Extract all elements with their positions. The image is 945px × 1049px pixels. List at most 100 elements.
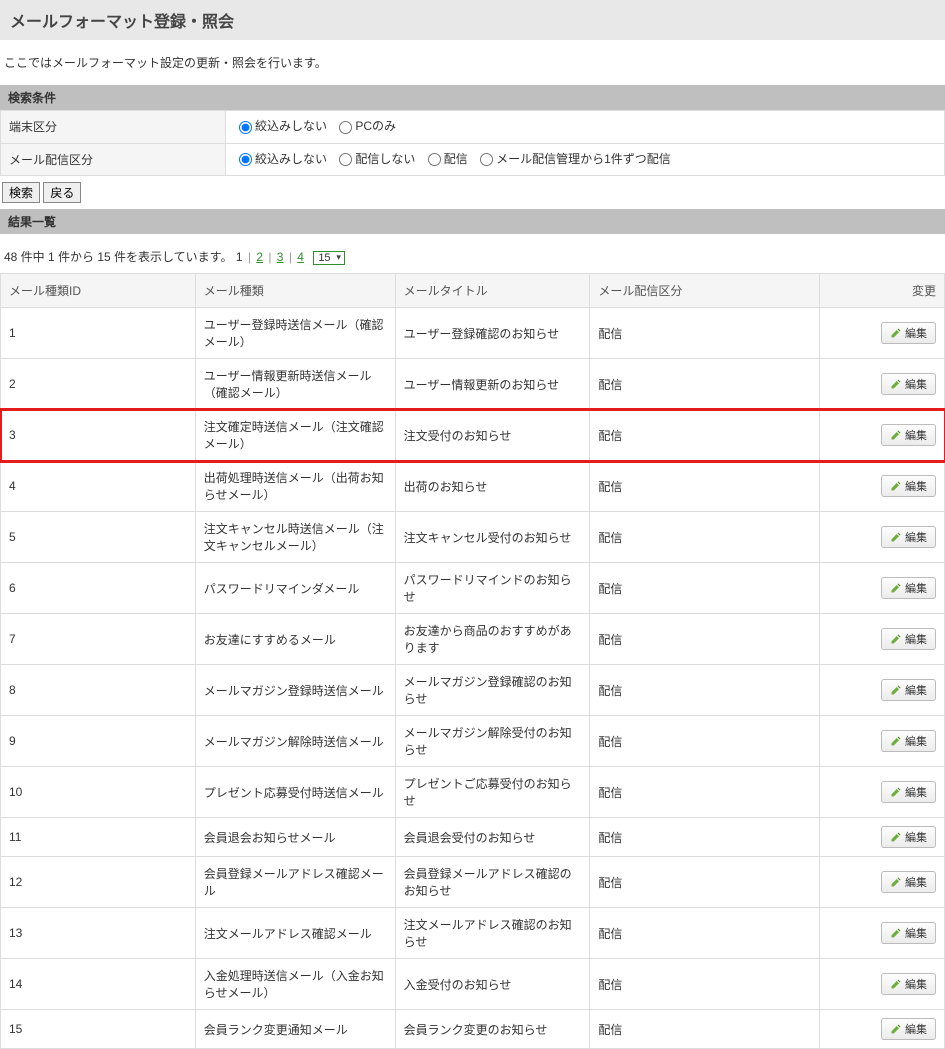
page-link[interactable]: 2	[256, 250, 263, 264]
search-button[interactable]: 検索	[2, 182, 40, 203]
cell-mail-title: 会員ランク変更のお知らせ	[395, 1010, 590, 1049]
terminal-radio-pc-label: PCのみ	[355, 117, 396, 134]
table-row: 7お友達にすすめるメールお友達から商品のおすすめがあります配信編集	[1, 614, 945, 665]
cell-mail-id: 14	[1, 959, 196, 1010]
edit-button[interactable]: 編集	[881, 730, 936, 752]
cell-mail-dist: 配信	[590, 614, 820, 665]
terminal-radio-pc-input[interactable]	[339, 121, 352, 134]
edit-button[interactable]: 編集	[881, 322, 936, 344]
edit-icon	[890, 927, 902, 939]
edit-button-label: 編集	[905, 427, 927, 443]
page-link[interactable]: 4	[297, 250, 304, 264]
dist-radio-none[interactable]: 絞込みしない	[234, 150, 327, 167]
dist-radio-peritem[interactable]: メール配信管理から1件ずつ配信	[475, 150, 671, 167]
cell-mail-title: ユーザー登録確認のお知らせ	[395, 308, 590, 359]
edit-button[interactable]: 編集	[881, 826, 936, 848]
dist-radio-none-input[interactable]	[239, 153, 252, 166]
dist-radio-send-input[interactable]	[428, 153, 441, 166]
edit-button[interactable]: 編集	[881, 628, 936, 650]
page-title: メールフォーマット登録・照会	[0, 0, 945, 40]
edit-button-label: 編集	[905, 733, 927, 749]
table-row: 3注文確定時送信メール（注文確認メール）注文受付のお知らせ配信編集	[1, 410, 945, 461]
distribution-type-label: メール配信区分	[1, 143, 226, 176]
edit-button[interactable]: 編集	[881, 973, 936, 995]
edit-icon	[890, 786, 902, 798]
edit-button[interactable]: 編集	[881, 1018, 936, 1040]
cell-edit: 編集	[820, 1010, 945, 1049]
edit-icon	[890, 480, 902, 492]
th-mail-type: メール種類	[195, 274, 395, 308]
cell-mail-dist: 配信	[590, 857, 820, 908]
cell-edit: 編集	[820, 410, 945, 461]
edit-button-label: 編集	[905, 1021, 927, 1037]
edit-icon	[890, 978, 902, 990]
edit-button[interactable]: 編集	[881, 871, 936, 893]
page-link[interactable]: 3	[277, 250, 284, 264]
cell-edit: 編集	[820, 857, 945, 908]
cell-edit: 編集	[820, 716, 945, 767]
cell-mail-type: 出荷処理時送信メール（出荷お知らせメール）	[195, 461, 395, 512]
cell-mail-dist: 配信	[590, 908, 820, 959]
edit-button-label: 編集	[905, 784, 927, 800]
dist-radio-send[interactable]: 配信	[423, 150, 468, 167]
terminal-radio-none-input[interactable]	[239, 121, 252, 134]
edit-button[interactable]: 編集	[881, 526, 936, 548]
table-row: 15会員ランク変更通知メール会員ランク変更のお知らせ配信編集	[1, 1010, 945, 1049]
cell-mail-title: メールマガジン解除受付のお知らせ	[395, 716, 590, 767]
table-row: 13注文メールアドレス確認メール注文メールアドレス確認のお知らせ配信編集	[1, 908, 945, 959]
cell-mail-dist: 配信	[590, 563, 820, 614]
cell-mail-dist: 配信	[590, 665, 820, 716]
dist-radio-nosend-label: 配信しない	[355, 150, 415, 167]
back-button[interactable]: 戻る	[43, 182, 81, 203]
table-row: 5注文キャンセル時送信メール（注文キャンセルメール）注文キャンセル受付のお知らせ…	[1, 512, 945, 563]
section-results: 結果一覧	[0, 209, 945, 234]
dist-radio-peritem-input[interactable]	[480, 153, 493, 166]
cell-mail-dist: 配信	[590, 461, 820, 512]
edit-button-label: 編集	[905, 682, 927, 698]
edit-button[interactable]: 編集	[881, 424, 936, 446]
edit-button[interactable]: 編集	[881, 679, 936, 701]
cell-mail-type: 注文確定時送信メール（注文確認メール）	[195, 410, 395, 461]
th-mail-dist: メール配信区分	[590, 274, 820, 308]
terminal-radio-pc[interactable]: PCのみ	[334, 117, 396, 134]
page-description: ここではメールフォーマット設定の更新・照会を行います。	[0, 40, 945, 85]
cell-mail-id: 10	[1, 767, 196, 818]
edit-button[interactable]: 編集	[881, 475, 936, 497]
th-edit: 変更	[820, 274, 945, 308]
edit-button[interactable]: 編集	[881, 577, 936, 599]
cell-mail-id: 15	[1, 1010, 196, 1049]
per-page-select[interactable]: 15 ▾	[313, 251, 344, 265]
th-mail-title: メールタイトル	[395, 274, 590, 308]
dist-radio-nosend-input[interactable]	[339, 153, 352, 166]
edit-button-label: 編集	[905, 874, 927, 890]
edit-button[interactable]: 編集	[881, 781, 936, 803]
cell-mail-type: 注文メールアドレス確認メール	[195, 908, 395, 959]
terminal-type-label: 端末区分	[1, 111, 226, 144]
terminal-radio-none[interactable]: 絞込みしない	[234, 117, 327, 134]
edit-button-label: 編集	[905, 529, 927, 545]
cell-mail-type: ユーザー情報更新時送信メール（確認メール）	[195, 359, 395, 410]
dist-radio-nosend[interactable]: 配信しない	[334, 150, 415, 167]
page-separator: |	[245, 250, 255, 264]
search-conditions-table: 端末区分 絞込みしない PCのみ メール配信区分 絞込みしない	[0, 110, 945, 176]
cell-mail-id: 6	[1, 563, 196, 614]
edit-button[interactable]: 編集	[881, 922, 936, 944]
dist-radio-peritem-label: メール配信管理から1件ずつ配信	[496, 150, 671, 167]
results-table: メール種類ID メール種類 メールタイトル メール配信区分 変更 1ユーザー登録…	[0, 273, 945, 1049]
cell-mail-title: 入金受付のお知らせ	[395, 959, 590, 1010]
table-row: 4出荷処理時送信メール（出荷お知らせメール）出荷のお知らせ配信編集	[1, 461, 945, 512]
cell-mail-dist: 配信	[590, 1010, 820, 1049]
edit-button[interactable]: 編集	[881, 373, 936, 395]
cell-mail-id: 9	[1, 716, 196, 767]
cell-mail-id: 11	[1, 818, 196, 857]
cell-mail-type: メールマガジン登録時送信メール	[195, 665, 395, 716]
table-row: 12会員登録メールアドレス確認メール会員登録メールアドレス確認のお知らせ配信編集	[1, 857, 945, 908]
cell-mail-title: プレゼントご応募受付のお知らせ	[395, 767, 590, 818]
edit-icon	[890, 831, 902, 843]
cell-mail-title: 会員退会受付のお知らせ	[395, 818, 590, 857]
cell-mail-id: 2	[1, 359, 196, 410]
cell-edit: 編集	[820, 359, 945, 410]
cell-mail-id: 8	[1, 665, 196, 716]
edit-icon	[890, 876, 902, 888]
cell-mail-dist: 配信	[590, 767, 820, 818]
